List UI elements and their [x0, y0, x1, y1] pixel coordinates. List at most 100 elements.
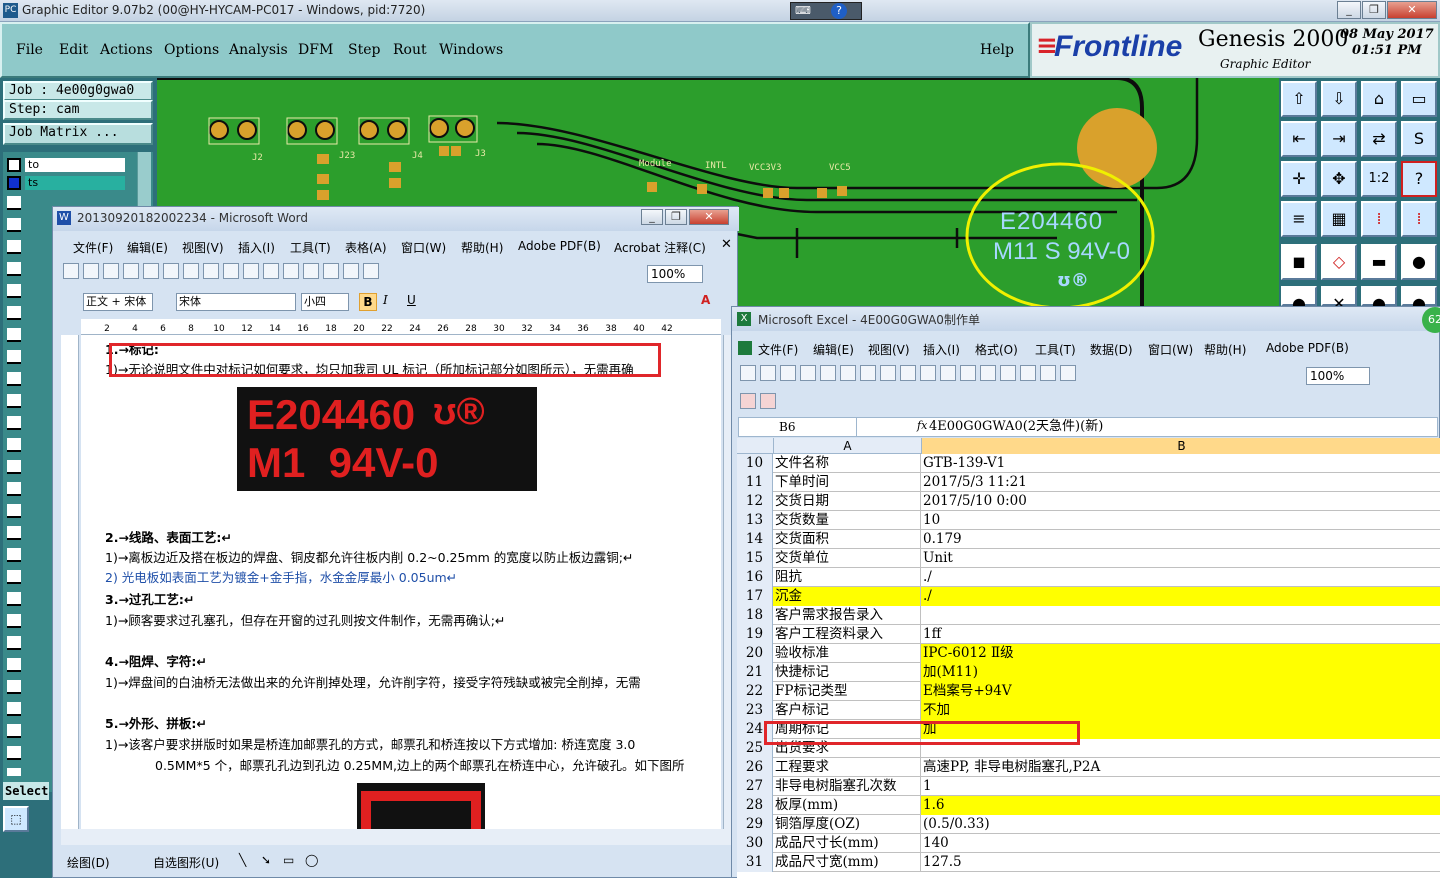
pdf-mail-icon[interactable] — [760, 393, 776, 409]
row-number[interactable]: 14 — [737, 530, 773, 549]
tool-swap-icon[interactable]: ⇄ — [1361, 121, 1397, 157]
word-menu-help[interactable]: 帮助(H) — [461, 239, 503, 256]
layer-to[interactable]: to — [25, 158, 125, 172]
excel-menu-help[interactable]: 帮助(H) — [1204, 341, 1246, 358]
cut-icon[interactable] — [203, 263, 219, 279]
excel-spell-icon[interactable] — [860, 365, 876, 381]
tool-extra-icon[interactable]: ● — [1281, 286, 1317, 313]
cell-a[interactable]: 快捷标记 — [773, 663, 921, 682]
word-menu-table[interactable]: 表格(A) — [345, 239, 387, 256]
excel-new-icon[interactable] — [740, 365, 756, 381]
excel-open-icon[interactable] — [760, 365, 776, 381]
column-header-a[interactable]: A — [773, 438, 921, 454]
font-select[interactable]: 宋体 — [176, 293, 296, 311]
word-restore-icon[interactable]: ❐ — [665, 209, 687, 225]
word-zoom-select[interactable]: 100% — [647, 265, 703, 283]
columns-icon[interactable] — [363, 263, 379, 279]
copy-icon[interactable] — [223, 263, 239, 279]
tool-right-icon[interactable]: ⇥ — [1321, 121, 1357, 157]
excel-menu-tools[interactable]: 工具(T) — [1035, 341, 1076, 358]
tool-cross-icon[interactable]: ✕ — [1321, 286, 1357, 313]
cell-a[interactable]: 交货数量 — [773, 511, 921, 530]
select-tool-icon[interactable]: ⬚ — [3, 806, 29, 832]
word-menu-view[interactable]: 视图(V) — [182, 239, 224, 256]
cell-a[interactable]: 阻抗 — [773, 568, 921, 587]
redo-icon[interactable] — [303, 263, 319, 279]
row-number[interactable]: 19 — [737, 625, 773, 644]
arrow-tool-icon[interactable]: ➘ — [261, 853, 271, 867]
cell-a[interactable]: 客户需求报告录入 — [773, 606, 921, 625]
column-header-b[interactable]: B — [921, 438, 1440, 454]
cell-a[interactable]: 交货日期 — [773, 492, 921, 511]
excel-menu-file[interactable]: 文件(F) — [758, 341, 798, 358]
excel-menu-data[interactable]: 数据(D) — [1090, 341, 1133, 358]
cell-a[interactable]: 客户标记 — [773, 701, 921, 720]
tool-grid-icon[interactable]: ▦ — [1321, 201, 1357, 237]
cell-b[interactable]: E档案号+94V — [921, 682, 1440, 701]
word-horizontal-scrollbar[interactable] — [61, 829, 731, 845]
oval-tool-icon[interactable]: ◯ — [305, 853, 318, 867]
cell-b[interactable]: GTB-139-V1 — [921, 454, 1440, 473]
row-number[interactable]: 16 — [737, 568, 773, 587]
fx-icon[interactable]: fx — [917, 419, 927, 432]
cell-b[interactable]: 10 — [921, 511, 1440, 530]
font-size-select[interactable]: 小四 — [301, 293, 349, 311]
excel-chart-icon[interactable] — [1060, 365, 1076, 381]
cell-a[interactable]: 验收标准 — [773, 644, 921, 663]
style-select[interactable]: 正文 + 宋体 — [83, 293, 153, 311]
tool-dot-icon[interactable]: ● — [1361, 286, 1397, 313]
row-number[interactable]: 20 — [737, 644, 773, 663]
layer-ts[interactable]: ts — [25, 176, 125, 190]
table-icon[interactable] — [343, 263, 359, 279]
tool-left-icon[interactable]: ⇤ — [1281, 121, 1317, 157]
excel-menu-edit[interactable]: 编辑(E) — [813, 341, 854, 358]
tool-ruler-icon[interactable]: ▬ — [1361, 244, 1397, 280]
word-menu-tools[interactable]: 工具(T) — [290, 239, 331, 256]
cell-a[interactable]: 文件名称 — [773, 454, 921, 473]
format-painter-icon[interactable] — [263, 263, 279, 279]
excel-sort-asc-icon[interactable] — [1020, 365, 1036, 381]
word-menu-file[interactable]: 文件(F) — [73, 239, 113, 256]
word-minimize-icon[interactable]: _ — [641, 209, 663, 225]
tool-home-icon[interactable]: ⌂ — [1361, 81, 1397, 117]
cell-b[interactable]: 140 — [921, 834, 1440, 853]
cell-b[interactable]: 0.179 — [921, 530, 1440, 549]
bold-icon[interactable]: B — [359, 293, 377, 311]
excel-menu-window[interactable]: 窗口(W) — [1148, 341, 1193, 358]
cell-a[interactable]: 交货单位 — [773, 549, 921, 568]
cell-b[interactable]: 2017/5/3 11:21 — [921, 473, 1440, 492]
menu-windows[interactable]: Windows — [439, 42, 503, 58]
open-icon[interactable] — [83, 263, 99, 279]
word-menu-insert[interactable]: 插入(I) — [238, 239, 275, 256]
word-menu-window[interactable]: 窗口(W) — [401, 239, 446, 256]
cell-a[interactable]: 工程要求 — [773, 758, 921, 777]
cell-a[interactable]: 成品尺寸宽(mm) — [773, 853, 921, 872]
cell-a[interactable]: 交货面积 — [773, 530, 921, 549]
menu-help[interactable]: Help — [980, 42, 1014, 58]
menu-file[interactable]: File — [16, 42, 43, 58]
excel-paste-icon[interactable] — [920, 365, 936, 381]
excel-save-icon[interactable] — [780, 365, 796, 381]
cell-a[interactable]: 客户工程资料录入 — [773, 625, 921, 644]
row-number[interactable]: 18 — [737, 606, 773, 625]
row-number[interactable]: 15 — [737, 549, 773, 568]
menu-actions[interactable]: Actions — [100, 42, 153, 58]
row-number[interactable]: 22 — [737, 682, 773, 701]
excel-print-icon[interactable] — [820, 365, 836, 381]
layer-checkboxes[interactable] — [7, 196, 21, 776]
formula-input[interactable]: 4E00G0GWA0(2天急件)(新) — [929, 418, 1103, 436]
layer-checkbox[interactable] — [7, 176, 21, 190]
job-matrix-button[interactable]: Job Matrix ... — [3, 123, 153, 145]
italic-icon[interactable]: I — [383, 293, 388, 307]
draw-menu[interactable]: 绘图(D) — [67, 854, 110, 871]
word-doc-close-icon[interactable]: ✕ — [721, 237, 732, 252]
word-menu-acrobat[interactable]: Acrobat 注释(C) — [614, 239, 706, 256]
cell-b[interactable]: 1ff — [921, 625, 1440, 644]
cell-b[interactable]: ./ — [921, 587, 1440, 606]
cell-a[interactable]: FP标记类型 — [773, 682, 921, 701]
excel-hyperlink-icon[interactable] — [980, 365, 996, 381]
row-number[interactable]: 21 — [737, 663, 773, 682]
row-number[interactable]: 28 — [737, 796, 773, 815]
row-number[interactable]: 13 — [737, 511, 773, 530]
paste-icon[interactable] — [243, 263, 259, 279]
